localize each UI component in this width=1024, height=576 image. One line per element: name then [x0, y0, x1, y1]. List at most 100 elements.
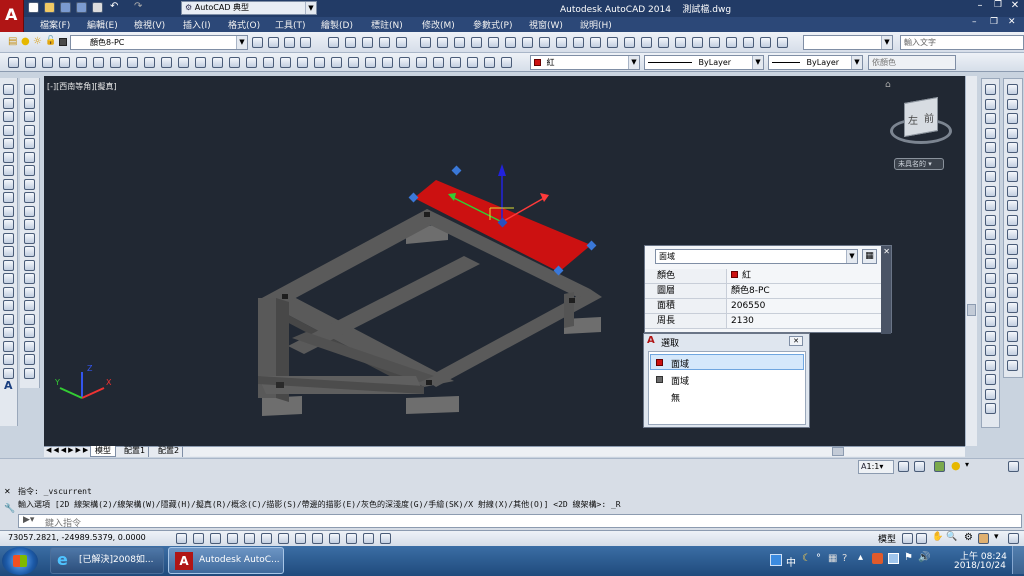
undo-icon[interactable]: ↶ [110, 1, 118, 12]
draw-tool-icon[interactable] [3, 273, 14, 284]
edit-tool-icon[interactable] [24, 205, 35, 217]
close-button[interactable]: ✕ [1007, 0, 1023, 14]
pan-icon[interactable]: ✋ [932, 532, 943, 542]
tab-layout2[interactable]: 配置2 [155, 446, 184, 457]
solid-edit-tool-icon[interactable] [1007, 330, 1018, 342]
draw-tool-icon[interactable] [3, 354, 14, 365]
solid-edit-tool-icon[interactable] [1007, 156, 1018, 168]
render-tool-icon[interactable] [985, 113, 996, 124]
horizontal-scrollbar[interactable] [190, 447, 965, 456]
render-tool-icon[interactable] [985, 403, 996, 414]
taskbar-ie-button[interactable]: e [已解決]2008如... [50, 547, 164, 574]
linetype-dropdown[interactable]: ByLayer ▼ [644, 55, 764, 70]
edit-tool-icon[interactable] [24, 367, 35, 379]
modeling-tool-icon[interactable] [450, 57, 461, 68]
ucs-menu[interactable]: 未具名的 ▾ [894, 158, 944, 170]
draw-tool-icon[interactable] [3, 192, 14, 203]
modeling-tool-icon[interactable] [161, 57, 172, 68]
tab-model[interactable]: 模型 [90, 446, 116, 457]
modeling-tool-icon[interactable] [263, 57, 274, 68]
render-tool-icon[interactable] [985, 156, 996, 168]
menu-edit[interactable]: 編輯(E) [87, 18, 118, 31]
modify-tool-icon[interactable] [590, 37, 601, 48]
color-dropdown[interactable]: 紅 ▼ [530, 55, 640, 70]
draw-tool-icon[interactable] [3, 367, 14, 379]
windows-start-button[interactable] [2, 547, 38, 575]
solid-edit-tool-icon[interactable] [1007, 243, 1018, 255]
modify-tool-icon[interactable] [675, 37, 686, 48]
solid-edit-tool-icon[interactable] [1007, 272, 1018, 284]
edit-tool-icon[interactable] [24, 354, 35, 365]
home-icon[interactable]: ⌂ [885, 80, 891, 90]
layer-tool-icon[interactable] [268, 37, 279, 48]
model-space-button[interactable]: 模型 [878, 532, 896, 545]
modify-tool-icon[interactable] [488, 37, 499, 48]
draw-tool-icon[interactable] [3, 219, 14, 230]
doc-minimize-button[interactable]: – [972, 17, 977, 27]
viewcube-front-face[interactable]: 前 [924, 110, 934, 125]
edit-tool-icon[interactable] [24, 259, 35, 271]
edit-tool-icon[interactable] [24, 111, 35, 122]
solid-edit-tool-icon[interactable] [1007, 316, 1018, 327]
modeling-tool-icon[interactable] [501, 57, 512, 68]
named-view-dropdown[interactable]: ▼ [803, 35, 893, 50]
lightbulb-icon[interactable]: ● [951, 459, 961, 472]
prop-row-color[interactable]: 顏色 紅 [645, 269, 881, 284]
annotation-scale[interactable]: A1:1▾ [858, 460, 894, 474]
modify-tool-icon[interactable] [573, 37, 584, 48]
sun-icon[interactable]: ☼ [33, 36, 42, 47]
drafting-toggle-icon[interactable] [295, 533, 306, 544]
taskbar-autocad-button[interactable]: A Autodesk AutoC... [168, 547, 284, 574]
viewcube-left-face[interactable]: 左 [908, 112, 918, 127]
modeling-tool-icon[interactable] [144, 57, 155, 68]
edit-tool-icon[interactable] [24, 300, 35, 311]
menu-modify[interactable]: 修改(M) [422, 18, 455, 31]
ime-tool-icon[interactable]: ▦ [828, 553, 837, 564]
drafting-toggle-icon[interactable] [193, 533, 204, 544]
modeling-tool-icon[interactable] [59, 57, 70, 68]
save-icon[interactable] [60, 2, 71, 13]
modeling-tool-icon[interactable] [416, 57, 427, 68]
modeling-tool-icon[interactable] [433, 57, 444, 68]
render-tool-icon[interactable] [985, 388, 996, 400]
render-tool-icon[interactable] [985, 142, 996, 153]
render-tool-icon[interactable] [985, 84, 996, 95]
menu-file[interactable]: 檔案(F) [40, 18, 70, 31]
quick-view-layouts-icon[interactable] [902, 533, 913, 544]
solid-edit-tool-icon[interactable] [1007, 229, 1018, 240]
layer-tool-icon[interactable] [252, 37, 263, 48]
edit-tool-icon[interactable] [24, 273, 35, 284]
annotation-autoscale-icon[interactable] [914, 461, 925, 472]
prop-row-area[interactable]: 面積 206550 [645, 299, 881, 314]
coordinate-readout[interactable]: 73057.2821, -24989.5379, 0.0000 [8, 533, 146, 542]
draw-tool-icon[interactable] [3, 205, 14, 217]
open-file-icon[interactable] [44, 2, 55, 13]
render-tool-icon[interactable] [985, 316, 996, 327]
solid-edit-tool-icon[interactable] [1007, 214, 1018, 226]
ime-dot-icon[interactable]: ° [816, 553, 821, 564]
drafting-toggle-icon[interactable] [210, 533, 221, 544]
tray-app-icon[interactable] [872, 553, 883, 564]
edit-tool-icon[interactable] [24, 84, 35, 95]
minimize-button[interactable]: – [972, 0, 988, 14]
draw-tool-icon[interactable] [3, 300, 14, 311]
vertical-scrollbar[interactable] [965, 76, 977, 446]
drafting-toggle-icon[interactable] [329, 533, 340, 544]
render-tool-icon[interactable] [985, 98, 996, 110]
solid-edit-tool-icon[interactable] [1007, 287, 1018, 298]
draw-tool-icon[interactable] [3, 138, 14, 149]
draw-tool-icon[interactable] [3, 84, 14, 95]
clock-date[interactable]: 2018/10/24 [954, 561, 1006, 571]
modify-tool-icon[interactable] [437, 37, 448, 48]
modify-tool-icon[interactable] [709, 37, 720, 48]
modify-tool-icon[interactable] [760, 37, 771, 48]
modeling-tool-icon[interactable] [314, 57, 325, 68]
dimension-tool-icon[interactable] [345, 37, 356, 48]
bulb-icon[interactable]: ● [21, 36, 30, 47]
render-tool-icon[interactable] [985, 359, 996, 371]
draw-tool-icon[interactable] [3, 286, 14, 298]
solid-edit-tool-icon[interactable] [1007, 142, 1018, 153]
drafting-toggle-icon[interactable] [261, 533, 272, 544]
gear-icon[interactable]: ⚙ [964, 532, 973, 543]
quick-select-icon[interactable]: ▦ [862, 249, 877, 264]
